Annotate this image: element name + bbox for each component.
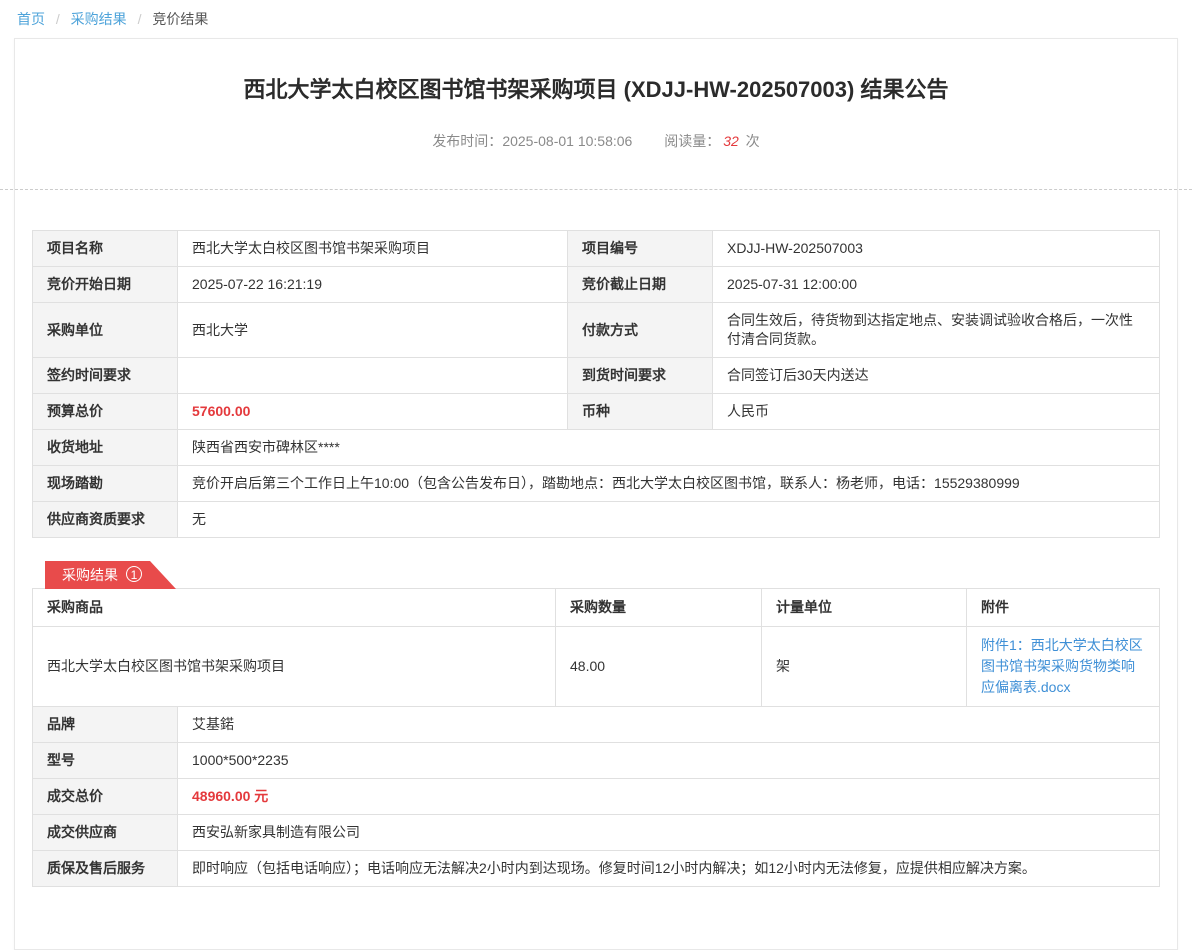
row-label: 收货地址 — [33, 430, 178, 466]
supplier-value: 西安弘新家具制造有限公司 — [178, 815, 1160, 851]
views-group: 阅读量：32 次 — [664, 133, 759, 149]
views-unit: 次 — [746, 133, 760, 149]
table-row: 预算总价 57600.00 币种 人民币 — [33, 394, 1160, 430]
row-label: 成交供应商 — [33, 815, 178, 851]
attachment-link[interactable]: 附件1：西北大学太白校区图书馆书架采购货物类响应偏离表.docx — [981, 635, 1145, 698]
badge-count-circle: 1 — [126, 566, 142, 582]
header-quantity: 采购数量 — [556, 589, 762, 627]
row-value: 合同生效后，待货物到达指定地点、安装调试验收合格后，一次性付清合同货款。 — [713, 303, 1160, 358]
breadcrumb-link-home[interactable]: 首页 — [17, 11, 45, 27]
brand-value: 艾基鍩 — [178, 707, 1160, 743]
row-label: 质保及售后服务 — [33, 851, 178, 887]
table-row: 签约时间要求 到货时间要求 合同签订后30天内送达 — [33, 358, 1160, 394]
project-info-table: 项目名称 西北大学太白校区图书馆书架采购项目 项目编号 XDJJ-HW-2025… — [32, 230, 1160, 538]
badge-label: 采购结果 — [62, 567, 118, 583]
product-table: 采购商品 采购数量 计量单位 附件 西北大学太白校区图书馆书架采购项目 48.0… — [32, 588, 1160, 707]
result-detail-table: 品牌 艾基鍩 型号 1000*500*2235 成交总价 48960.00 元 … — [32, 706, 1160, 887]
row-label: 签约时间要求 — [33, 358, 178, 394]
table-row: 品牌 艾基鍩 — [33, 707, 1160, 743]
row-value: 西北大学太白校区图书馆书架采购项目 — [178, 231, 568, 267]
publish-time-label: 发布时间： — [432, 133, 502, 149]
row-value: 2025-07-22 16:21:19 — [178, 267, 568, 303]
product-name: 西北大学太白校区图书馆书架采购项目 — [33, 627, 556, 707]
row-label: 品牌 — [33, 707, 178, 743]
publish-time-value: 2025-08-01 10:58:06 — [502, 133, 632, 149]
table-row: 成交供应商 西安弘新家具制造有限公司 — [33, 815, 1160, 851]
procurement-result-section: 采购结果 1 采购商品 采购数量 计量单位 附件 西北大学太白校区图书馆书架采购项… — [32, 560, 1160, 887]
row-value: 陕西省西安市碑林区**** — [178, 430, 1160, 466]
row-value: 西北大学 — [178, 303, 568, 358]
row-label: 竞价截止日期 — [568, 267, 713, 303]
row-value: 竞价开启后第三个工作日上午10:00（包含公告发布日），踏勘地点：西北大学太白校… — [178, 466, 1160, 502]
row-label: 现场踏勘 — [33, 466, 178, 502]
breadcrumb-separator: / — [138, 11, 142, 27]
announcement-meta: 发布时间：2025-08-01 10:58:06 阅读量：32 次 — [15, 131, 1177, 151]
header-product: 采购商品 — [33, 589, 556, 627]
row-value: 人民币 — [713, 394, 1160, 430]
views-count: 32 — [723, 133, 739, 149]
views-label: 阅读量： — [664, 133, 720, 149]
page-title: 西北大学太白校区图书馆书架采购项目 (XDJJ-HW-202507003) 结果… — [15, 75, 1177, 105]
product-table-header-row: 采购商品 采购数量 计量单位 附件 — [33, 589, 1160, 627]
announcement-card: 西北大学太白校区图书馆书架采购项目 (XDJJ-HW-202507003) 结果… — [14, 38, 1178, 950]
deal-price-value: 48960.00 元 — [178, 779, 1160, 815]
table-row: 项目名称 西北大学太白校区图书馆书架采购项目 项目编号 XDJJ-HW-2025… — [33, 231, 1160, 267]
table-row: 现场踏勘 竞价开启后第三个工作日上午10:00（包含公告发布日），踏勘地点：西北… — [33, 466, 1160, 502]
table-row: 竞价开始日期 2025-07-22 16:21:19 竞价截止日期 2025-0… — [33, 267, 1160, 303]
row-value: 合同签订后30天内送达 — [713, 358, 1160, 394]
warranty-value: 即时响应（包括电话响应）；电话响应无法解决2小时内到达现场。修复时间12小时内解… — [178, 851, 1160, 887]
table-row: 收货地址 陕西省西安市碑林区**** — [33, 430, 1160, 466]
product-quantity: 48.00 — [556, 627, 762, 707]
row-value — [178, 358, 568, 394]
row-label: 项目名称 — [33, 231, 178, 267]
header-unit: 计量单位 — [762, 589, 967, 627]
row-value: 无 — [178, 502, 1160, 538]
row-label: 采购单位 — [33, 303, 178, 358]
row-value: 2025-07-31 12:00:00 — [713, 267, 1160, 303]
breadcrumb-current-bidding-results: 竞价结果 — [152, 11, 208, 27]
row-label: 供应商资质要求 — [33, 502, 178, 538]
row-label: 成交总价 — [33, 779, 178, 815]
product-unit: 架 — [762, 627, 967, 707]
budget-total-value: 57600.00 — [178, 394, 568, 430]
procurement-result-badge: 采购结果 1 — [45, 561, 176, 589]
publish-time-group: 发布时间：2025-08-01 10:58:06 — [432, 133, 632, 149]
row-label: 竞价开始日期 — [33, 267, 178, 303]
row-value: XDJJ-HW-202507003 — [713, 231, 1160, 267]
table-row: 采购单位 西北大学 付款方式 合同生效后，待货物到达指定地点、安装调试验收合格后… — [33, 303, 1160, 358]
product-row: 西北大学太白校区图书馆书架采购项目 48.00 架 附件1：西北大学太白校区图书… — [33, 627, 1160, 707]
dashed-divider — [0, 189, 1192, 190]
row-label: 付款方式 — [568, 303, 713, 358]
model-value: 1000*500*2235 — [178, 743, 1160, 779]
row-label: 预算总价 — [33, 394, 178, 430]
row-label: 型号 — [33, 743, 178, 779]
header-attachment: 附件 — [967, 589, 1160, 627]
breadcrumb: 首页 / 采购结果 / 竞价结果 — [0, 0, 1192, 38]
table-row: 供应商资质要求 无 — [33, 502, 1160, 538]
table-row: 型号 1000*500*2235 — [33, 743, 1160, 779]
row-label: 项目编号 — [568, 231, 713, 267]
breadcrumb-link-procurement-results[interactable]: 采购结果 — [71, 11, 127, 27]
breadcrumb-separator: / — [56, 11, 60, 27]
row-label: 到货时间要求 — [568, 358, 713, 394]
table-row: 质保及售后服务 即时响应（包括电话响应）；电话响应无法解决2小时内到达现场。修复… — [33, 851, 1160, 887]
table-row: 成交总价 48960.00 元 — [33, 779, 1160, 815]
row-label: 币种 — [568, 394, 713, 430]
